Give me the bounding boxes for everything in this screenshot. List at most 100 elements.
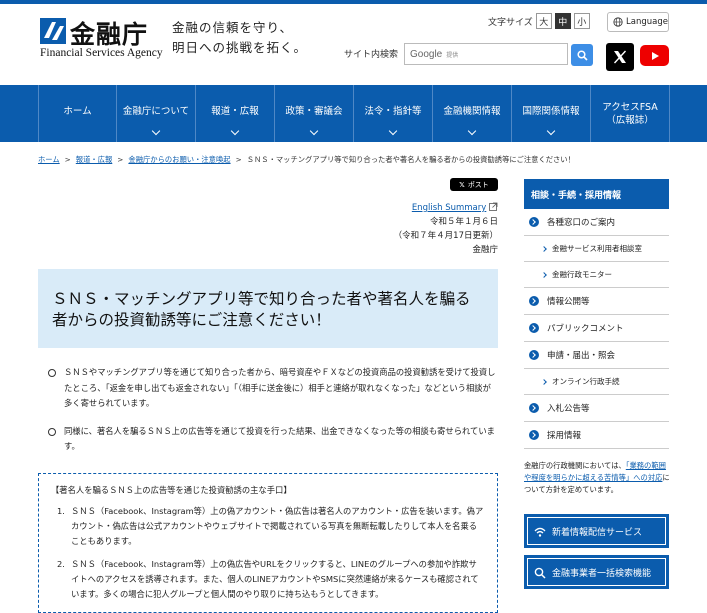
intro-paragraph: 同様に、著名人を騙るＳＮＳ上の広告等を通じて投資を行った結果、出金できなくなった… xyxy=(38,424,498,455)
news-subscription-button[interactable]: 新着情報配信サービス xyxy=(524,514,669,548)
youtube-button[interactable] xyxy=(640,45,669,66)
sidebar-item-applications[interactable]: 申請・届出・照会 xyxy=(524,342,669,369)
paragraph-text: 同様に、著名人を騙るＳＮＳ上の広告等を通じて投資を行った結果、出金できなくなった… xyxy=(64,425,495,452)
sidebar-item-label: 各種窓口のご案内 xyxy=(547,218,616,228)
article-intro: ＳＮＳやマッチングアプリ等を通じて知り合った者から、暗号資産やＦＸなどの投資商品… xyxy=(38,365,498,467)
nav-label: アクセスFSA（広報誌） xyxy=(602,101,658,126)
sidebar-item-label: 金融サービス利用者相談室 xyxy=(552,244,642,253)
article-meta: English Summary 令和５年１月６日 （令和７年４月17日更新） 金… xyxy=(380,201,498,257)
sidebar-item-label: 情報公開等 xyxy=(547,297,590,307)
button-label: 新着情報配信サービス xyxy=(552,527,643,538)
search-placeholder: 提供 xyxy=(446,51,459,59)
nav-label: 法令・指針等 xyxy=(364,106,422,117)
font-size-selector: 文字サイズ 大 中 小 xyxy=(488,13,590,29)
search-icon xyxy=(534,567,546,579)
breadcrumb-notices-link[interactable]: 金融庁からのお願い・注意喚起 xyxy=(128,155,230,164)
sidebar-item-contacts[interactable]: 各種窓口のご案内 xyxy=(524,209,669,236)
box-heading: 【著名人を騙るＳＮＳ上の広告等を通じた投資勧誘の主な手口】 xyxy=(51,485,292,495)
nav-label: ホーム xyxy=(63,106,92,117)
sidebar-item-label: 金融行政モニター xyxy=(552,270,612,279)
external-link-icon xyxy=(489,202,498,211)
arrow-circle-icon xyxy=(529,403,539,413)
font-size-large-button[interactable]: 大 xyxy=(535,13,552,29)
sidebar-subitem-online[interactable]: オンライン行政手続 xyxy=(524,369,669,395)
fsa-logo-icon xyxy=(40,18,66,44)
chevron-down-icon xyxy=(388,126,398,136)
nav-label: 国際関係情報 xyxy=(522,106,580,117)
intro-paragraph: ＳＮＳやマッチングアプリ等を通じて知り合った者から、暗号資産やＦＸなどの投資商品… xyxy=(38,365,498,412)
nav-access-fsa[interactable]: アクセスFSA（広報誌） xyxy=(591,85,670,142)
x-small-icon: 𝕏 xyxy=(459,180,465,189)
font-size-small-button[interactable]: 小 xyxy=(573,13,590,29)
x-logo-icon xyxy=(613,50,627,64)
list-item-text: ＳＮＳ（Facebook、Instagram等）上の偽アカウント・偽広告は著名人… xyxy=(71,506,484,546)
globe-icon xyxy=(613,17,623,27)
sidebar-item-recruit[interactable]: 採用情報 xyxy=(524,422,669,449)
sidebar-heading: 相談・手続・採用情報 xyxy=(524,179,669,209)
tagline-line1: 金融の信頼を守り、 xyxy=(172,20,294,35)
sidebar-item-disclosure[interactable]: 情報公開等 xyxy=(524,288,669,315)
search-input[interactable]: Google 提供 xyxy=(404,43,568,65)
breadcrumb: ホーム > 報道・広報 > 金融庁からのお願い・注意喚起 > ＳＮＳ・マッチングアプリ等で知… xyxy=(38,155,575,164)
english-summary-link[interactable]: English Summary xyxy=(412,203,486,213)
post-label: ポスト xyxy=(467,180,489,189)
nav-press[interactable]: 報道・広報 xyxy=(196,85,275,142)
sidebar-item-label: 申請・届出・照会 xyxy=(547,351,616,361)
sidebar-item-label: オンライン行政手続 xyxy=(552,377,620,386)
language-label: Language xyxy=(626,17,668,27)
note-text-pre: 金融庁の行政機関においては、 xyxy=(524,461,626,470)
tagline: 金融の信頼を守り、 明日への挑戦を拓く。 xyxy=(172,18,307,58)
nav-institutions[interactable]: 金融機関情報 xyxy=(433,85,512,142)
font-size-medium-button[interactable]: 中 xyxy=(554,13,571,29)
arrow-circle-icon xyxy=(529,323,539,333)
chevron-down-icon xyxy=(467,126,477,136)
search-button[interactable] xyxy=(571,44,593,66)
sidebar-subitem-consultation[interactable]: 金融サービス利用者相談室 xyxy=(524,236,669,262)
nav-international[interactable]: 国際関係情報 xyxy=(512,85,591,142)
sidebar-item-public-comment[interactable]: パブリックコメント xyxy=(524,315,669,342)
breadcrumb-current: ＳＮＳ・マッチングアプリ等で知り合った者や著名人を騙る者からの投資勧誘等にご注意… xyxy=(246,155,575,164)
updated-date: （令和７年４月17日更新） xyxy=(393,231,498,241)
list-item: 1. ＳＮＳ（Facebook、Instagram等）上の偽アカウント・偽広告は… xyxy=(57,506,484,546)
nav-home[interactable]: ホーム xyxy=(38,85,117,142)
breadcrumb-home-link[interactable]: ホーム xyxy=(38,155,60,164)
nav-label: 報道・広報 xyxy=(211,106,259,117)
arrow-circle-icon xyxy=(529,350,539,360)
nav-about[interactable]: 金融庁について xyxy=(117,85,196,142)
nav-label: 金融機関情報 xyxy=(443,106,501,117)
logo-english: Financial Services Agency xyxy=(40,47,163,59)
site-logo[interactable]: 金融庁 Financial Services Agency xyxy=(38,16,163,62)
language-button[interactable]: Language xyxy=(607,12,669,32)
arrow-circle-icon xyxy=(529,296,539,306)
list-item: 2. ＳＮＳ（Facebook、Instagram等）上の偽広告やURLをクリッ… xyxy=(57,559,479,599)
youtube-play-icon xyxy=(651,51,659,60)
nav-label: 金融庁について xyxy=(122,106,190,117)
paragraph-text: ＳＮＳやマッチングアプリ等を通じて知り合った者から、暗号資産やＦＸなどの投資商品… xyxy=(64,367,496,408)
search-icon xyxy=(576,49,588,61)
organization: 金融庁 xyxy=(472,245,498,255)
nav-policy[interactable]: 政策・審議会 xyxy=(275,85,354,142)
breadcrumb-press-link[interactable]: 報道・広報 xyxy=(76,155,112,164)
sidebar-item-bidding[interactable]: 入札公告等 xyxy=(524,395,669,422)
chevron-right-icon xyxy=(541,246,547,252)
sidebar-subitem-monitor[interactable]: 金融行政モニター xyxy=(524,262,669,288)
x-social-button[interactable] xyxy=(606,43,634,71)
circle-bullet-icon xyxy=(48,427,56,436)
nav-laws[interactable]: 法令・指針等 xyxy=(354,85,433,142)
sidebar: 相談・手続・採用情報 各種窓口のご案内 金融サービス利用者相談室 金融行政モニタ… xyxy=(524,179,669,449)
chevron-down-icon xyxy=(230,126,240,136)
article-title-box: ＳＮＳ・マッチングアプリ等で知り合った者や著名人を騙る者からの投資勧誘等にご注意… xyxy=(38,269,498,348)
site-search-label: サイト内検索 xyxy=(344,50,399,60)
arrow-circle-icon xyxy=(529,430,539,440)
chevron-down-icon xyxy=(546,126,556,136)
chevron-down-icon xyxy=(309,126,319,136)
circle-bullet-icon xyxy=(48,369,56,377)
chevron-right-icon xyxy=(541,272,547,278)
tagline-line2: 明日への挑戦を拓く。 xyxy=(172,40,308,55)
sidebar-item-label: パブリックコメント xyxy=(547,324,624,334)
google-label: Google xyxy=(410,48,443,60)
global-navigation: ホーム 金融庁について 報道・広報 政策・審議会 法令・指針等 金融機関情報 国… xyxy=(0,85,707,142)
x-post-button[interactable]: 𝕏 ポスト xyxy=(450,178,498,191)
page-title: ＳＮＳ・マッチングアプリ等で知り合った者や著名人を騙る者からの投資勧誘等にご注意… xyxy=(52,290,471,329)
business-search-button[interactable]: 金融事業者一括検索機能 xyxy=(524,555,669,589)
